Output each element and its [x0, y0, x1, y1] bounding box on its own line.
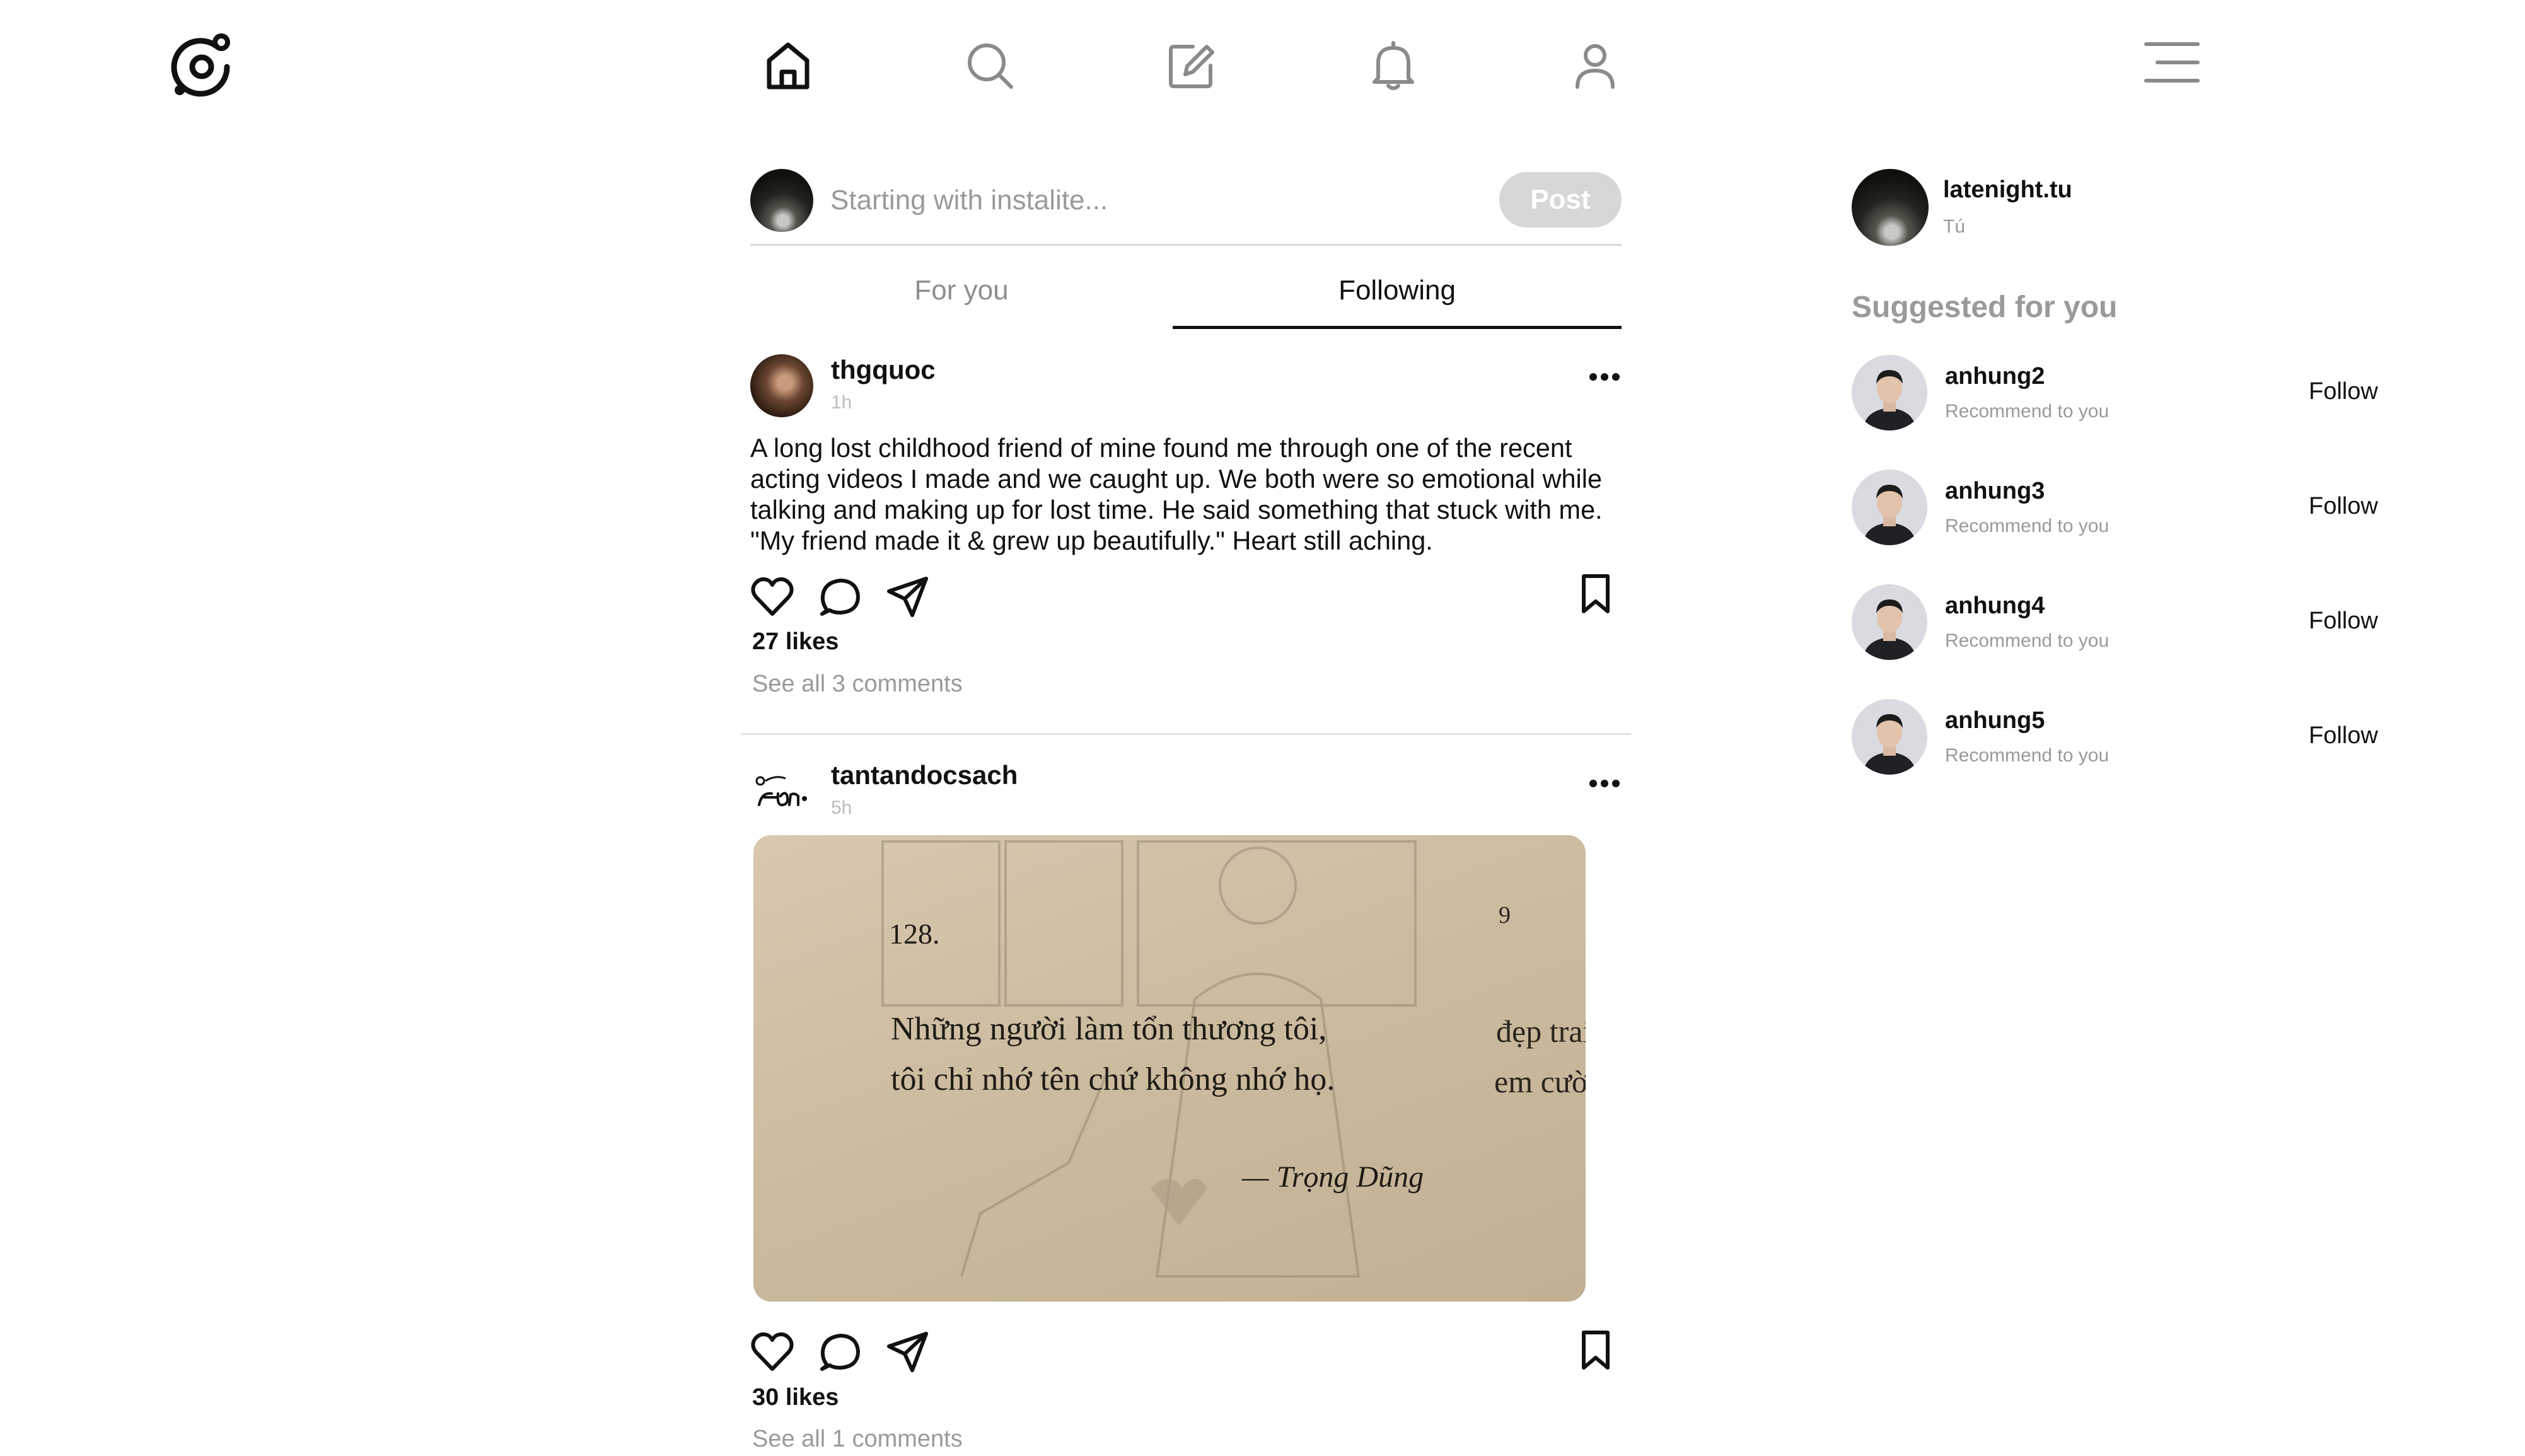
bookmark-icon[interactable]: [1574, 571, 1618, 615]
current-user-fullname: Tú: [1943, 216, 1966, 237]
person-avatar-icon: [1852, 584, 1927, 660]
suggestion-subtitle: Recommend to you: [1945, 745, 2110, 766]
tantan-logo-icon: [755, 776, 807, 807]
comment-icon[interactable]: [818, 1330, 862, 1374]
post-button[interactable]: Post: [1499, 172, 1622, 228]
suggestion-avatar[interactable]: [1852, 355, 1927, 430]
home-icon[interactable]: [762, 39, 815, 92]
book-quote-line: tôi chỉ nhớ tên chứ không nhớ họ.: [891, 1061, 1335, 1097]
tab-following[interactable]: Following: [1173, 269, 1622, 313]
suggestion-username[interactable]: anhung4: [1945, 592, 2045, 620]
suggested-title: Suggested for you: [1852, 291, 2118, 324]
suggestion-username[interactable]: anhung3: [1945, 478, 2045, 505]
app-logo-icon[interactable]: [167, 32, 236, 101]
current-user-username[interactable]: latenight.tu: [1943, 176, 2072, 204]
share-icon[interactable]: [886, 1330, 930, 1374]
current-user-avatar[interactable]: [1852, 169, 1929, 246]
suggestion-subtitle: Recommend to you: [1945, 401, 2110, 422]
follow-button[interactable]: Follow: [2309, 608, 2378, 635]
follow-button[interactable]: Follow: [2309, 722, 2378, 749]
post-divider: [741, 733, 1631, 735]
book-edge-text: 9: [1499, 902, 1511, 928]
bookmark-icon[interactable]: [1574, 1327, 1618, 1372]
suggestion-avatar[interactable]: [1852, 470, 1927, 545]
notifications-icon[interactable]: [1367, 39, 1420, 92]
like-icon[interactable]: [750, 1330, 794, 1374]
more-options-icon[interactable]: [1586, 367, 1623, 386]
likes-count: 30 likes: [752, 1384, 839, 1411]
search-icon[interactable]: [963, 39, 1016, 92]
book-quote-line: Những người làm tổn thương tôi,: [891, 1011, 1327, 1047]
suggestion-avatar[interactable]: [1852, 584, 1927, 660]
likes-count: 27 likes: [752, 628, 839, 655]
post-avatar[interactable]: [750, 354, 813, 417]
active-tab-indicator: [1173, 326, 1622, 329]
post-text: A long lost childhood friend of mine fou…: [750, 433, 1603, 555]
see-comments-link[interactable]: See all 3 comments: [752, 671, 963, 698]
suggestion-subtitle: Recommend to you: [1945, 516, 2110, 536]
suggestion-username[interactable]: anhung5: [1945, 707, 2045, 734]
profile-icon[interactable]: [1569, 39, 1622, 92]
see-comments-link[interactable]: See all 1 comments: [752, 1426, 963, 1453]
like-icon[interactable]: [750, 575, 794, 619]
suggestion-username[interactable]: anhung2: [1945, 363, 2045, 390]
person-avatar-icon: [1852, 470, 1927, 545]
more-options-icon[interactable]: [1586, 774, 1623, 793]
follow-button[interactable]: Follow: [2309, 493, 2378, 520]
book-edge-text: em cười đ: [1494, 1064, 1586, 1099]
composer-input[interactable]: [829, 178, 1487, 223]
person-avatar-icon: [1852, 699, 1927, 775]
post-image[interactable]: 128. Những người làm tổn thương tôi, tôi…: [753, 835, 1586, 1302]
suggestion-avatar[interactable]: [1852, 699, 1927, 775]
follow-button[interactable]: Follow: [2309, 378, 2378, 405]
post-avatar[interactable]: [750, 760, 813, 823]
post-username[interactable]: tantandocsach: [831, 760, 1018, 790]
post-timestamp: 5h: [831, 797, 852, 818]
comment-icon[interactable]: [818, 575, 862, 619]
composer-divider: [750, 244, 1622, 246]
tab-for-you[interactable]: For you: [750, 269, 1173, 313]
share-icon[interactable]: [886, 575, 930, 619]
book-quote-author: — Trọng Dũng: [1242, 1160, 1424, 1194]
composer-avatar: [750, 169, 813, 232]
compose-icon[interactable]: [1165, 39, 1218, 92]
post-timestamp: 1h: [831, 392, 852, 413]
book-edge-text: đẹp trai lọ: [1496, 1014, 1586, 1049]
menu-icon[interactable]: [2144, 39, 2200, 86]
suggestion-subtitle: Recommend to you: [1945, 630, 2110, 651]
book-page-number: 128.: [889, 918, 940, 950]
person-avatar-icon: [1852, 355, 1927, 430]
post-username[interactable]: thgquoc: [831, 355, 936, 385]
